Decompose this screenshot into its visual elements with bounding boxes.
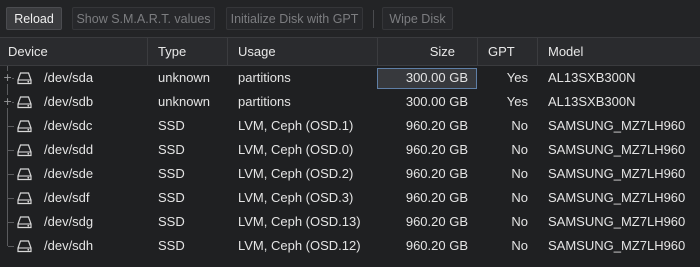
hard-disk-icon	[17, 96, 32, 109]
tree-branch	[8, 150, 14, 151]
column-divider[interactable]	[377, 38, 378, 65]
gpt-cell: Yes	[506, 70, 528, 85]
type-cell: unknown	[158, 70, 211, 85]
model-cell: SAMSUNG_MZ7LH960	[548, 118, 686, 133]
show-smart-values-button[interactable]: Show S.M.A.R.T. values	[72, 7, 215, 30]
type-cell: SSD	[158, 142, 185, 157]
column-header-model[interactable]: Model	[548, 38, 583, 65]
column-header-size[interactable]: Size	[380, 38, 455, 65]
column-header-usage[interactable]: Usage	[238, 38, 276, 65]
tree-branch	[8, 174, 14, 175]
model-cell: SAMSUNG_MZ7LH960	[548, 190, 686, 205]
size-cell: 960.20 GB	[405, 118, 468, 133]
usage-cell: partitions	[238, 94, 291, 109]
device-cell: /dev/sdg	[44, 214, 94, 229]
device-cell: /dev/sda	[44, 70, 94, 85]
gpt-cell: Yes	[506, 94, 528, 109]
usage-cell: LVM, Ceph (OSD.2)	[238, 166, 354, 181]
column-divider[interactable]	[537, 38, 538, 65]
plus-icon[interactable]: +	[3, 71, 12, 84]
wipe-disk-button[interactable]: Wipe Disk	[382, 7, 453, 30]
hard-disk-icon	[17, 72, 32, 85]
table-row[interactable]: /dev/sdf SSD LVM, Ceph (OSD.3) 960.20 GB No S…	[0, 186, 700, 210]
gpt-cell: No	[511, 142, 528, 157]
size-cell: 960.20 GB	[405, 142, 468, 157]
gpt-cell: No	[511, 190, 528, 205]
table-row[interactable]: + /dev/sda unknown partitions 300.00 GB Yes AL…	[0, 66, 700, 90]
device-cell: /dev/sdd	[44, 142, 94, 157]
model-cell: SAMSUNG_MZ7LH960	[548, 214, 686, 229]
type-cell: SSD	[158, 214, 185, 229]
usage-cell: LVM, Ceph (OSD.13)	[238, 214, 361, 229]
usage-cell: LVM, Ceph (OSD.1)	[238, 118, 354, 133]
disk-grid: + /dev/sda unknown partitions 300.00 GB Yes AL…	[0, 66, 700, 267]
toolbar-separator	[373, 10, 374, 28]
plus-icon[interactable]: +	[3, 95, 12, 108]
model-cell: SAMSUNG_MZ7LH960	[548, 238, 686, 253]
usage-cell: partitions	[238, 70, 291, 85]
usage-cell: LVM, Ceph (OSD.3)	[238, 190, 354, 205]
table-row[interactable]: /dev/sde SSD LVM, Ceph (OSD.2) 960.20 GB No S…	[0, 162, 700, 186]
device-cell: /dev/sdc	[44, 118, 93, 133]
hard-disk-icon	[17, 192, 32, 205]
gpt-cell: No	[511, 214, 528, 229]
tree-branch	[8, 246, 14, 247]
tree-branch	[8, 198, 14, 199]
hard-disk-icon	[17, 144, 32, 157]
toolbar: Reload Show S.M.A.R.T. values Initialize…	[0, 0, 700, 37]
type-cell: SSD	[158, 190, 185, 205]
size-cell: 300.00 GB	[405, 70, 468, 85]
device-cell: /dev/sdf	[44, 190, 90, 205]
size-cell: 300.00 GB	[405, 94, 468, 109]
initialize-gpt-button[interactable]: Initialize Disk with GPT	[226, 7, 363, 30]
model-cell: SAMSUNG_MZ7LH960	[548, 142, 686, 157]
usage-cell: LVM, Ceph (OSD.12)	[238, 238, 361, 253]
device-cell: /dev/sdb	[44, 94, 94, 109]
gpt-cell: No	[511, 238, 528, 253]
column-divider[interactable]	[477, 38, 478, 65]
device-cell: /dev/sdh	[44, 238, 94, 253]
column-header-device[interactable]: Device	[8, 38, 48, 65]
column-divider[interactable]	[227, 38, 228, 65]
column-header-type[interactable]: Type	[158, 38, 186, 65]
size-cell: 960.20 GB	[405, 214, 468, 229]
gpt-cell: No	[511, 118, 528, 133]
column-divider[interactable]	[147, 38, 148, 65]
usage-cell: LVM, Ceph (OSD.0)	[238, 142, 354, 157]
type-cell: SSD	[158, 166, 185, 181]
column-header-gpt[interactable]: GPT	[488, 38, 515, 65]
size-cell: 960.20 GB	[405, 238, 468, 253]
device-cell: /dev/sde	[44, 166, 94, 181]
hard-disk-icon	[17, 216, 32, 229]
hard-disk-icon	[17, 168, 32, 181]
table-row[interactable]: + /dev/sdb unknown partitions 300.00 GB Yes AL…	[0, 90, 700, 114]
type-cell: SSD	[158, 118, 185, 133]
size-cell: 960.20 GB	[405, 190, 468, 205]
table-row[interactable]: /dev/sdd SSD LVM, Ceph (OSD.0) 960.20 GB No S…	[0, 138, 700, 162]
table-row[interactable]: /dev/sdg SSD LVM, Ceph (OSD.13) 960.20 GB No…	[0, 210, 700, 234]
table-row[interactable]: /dev/sdc SSD LVM, Ceph (OSD.1) 960.20 GB No S…	[0, 114, 700, 138]
reload-button[interactable]: Reload	[6, 7, 62, 30]
grid-header: Device Type Usage Size GPT Model	[0, 37, 700, 66]
model-cell: AL13SXB300N	[548, 70, 636, 85]
gpt-cell: No	[511, 166, 528, 181]
size-cell: 960.20 GB	[405, 166, 468, 181]
type-cell: unknown	[158, 94, 211, 109]
model-cell: SAMSUNG_MZ7LH960	[548, 166, 686, 181]
type-cell: SSD	[158, 238, 185, 253]
tree-branch	[8, 222, 14, 223]
table-row[interactable]: /dev/sdh SSD LVM, Ceph (OSD.12) 960.20 GB No…	[0, 234, 700, 258]
model-cell: AL13SXB300N	[548, 94, 636, 109]
hard-disk-icon	[17, 120, 32, 133]
hard-disk-icon	[17, 240, 32, 253]
tree-branch	[8, 126, 14, 127]
